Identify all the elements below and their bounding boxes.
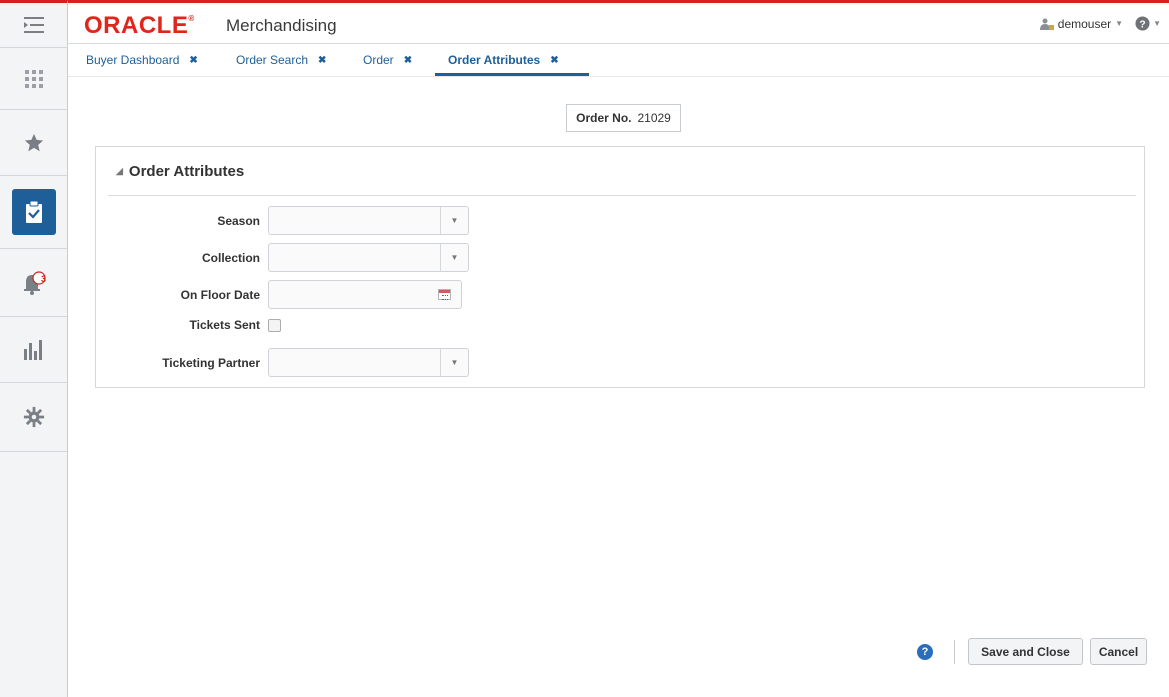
tab-order-search[interactable]: Order Search ✖ bbox=[236, 53, 326, 67]
page-help-icon[interactable]: ? bbox=[917, 644, 933, 660]
bar-chart-icon bbox=[24, 339, 42, 360]
order-number-box: Order No. 21029 bbox=[566, 104, 681, 132]
tab-label: Order Attributes bbox=[448, 53, 541, 67]
dropdown-arrow-icon[interactable]: ▼ bbox=[440, 349, 468, 376]
on-floor-date-row: On Floor Date bbox=[96, 280, 462, 309]
svg-text:?: ? bbox=[1139, 19, 1145, 30]
hamburger-icon bbox=[24, 17, 44, 33]
gear-icon bbox=[23, 406, 45, 428]
help-icon: ? bbox=[1135, 16, 1150, 31]
footer-divider bbox=[954, 640, 955, 664]
season-select[interactable]: ▼ bbox=[268, 206, 469, 235]
calendar-icon[interactable] bbox=[438, 289, 451, 300]
tasks-active-indicator bbox=[12, 189, 56, 235]
active-tab-indicator bbox=[435, 73, 589, 76]
menu-toggle-button[interactable] bbox=[0, 3, 68, 48]
panel-divider bbox=[108, 195, 1136, 196]
rail-item-reports[interactable] bbox=[0, 317, 68, 383]
on-floor-date-label: On Floor Date bbox=[180, 287, 260, 302]
oracle-logo: ORACLE® bbox=[84, 12, 195, 40]
star-icon bbox=[24, 133, 44, 151]
notifications-count-badge: 3 bbox=[41, 274, 47, 284]
user-menu[interactable]: demouser ▼ bbox=[1039, 16, 1124, 31]
rail-item-favorites[interactable] bbox=[0, 110, 68, 176]
user-icon bbox=[1039, 18, 1054, 30]
tab-label: Order bbox=[363, 53, 394, 67]
rail-item-notifications[interactable]: 3 bbox=[0, 249, 68, 317]
document-tabs: Buyer Dashboard ✖ Order Search ✖ Order ✖… bbox=[68, 44, 1169, 77]
order-number-value: 21029 bbox=[637, 111, 671, 125]
collapse-triangle-icon[interactable]: ◢ bbox=[116, 166, 123, 177]
clipboard-check-icon bbox=[26, 200, 42, 223]
order-number-label: Order No. bbox=[576, 111, 632, 125]
rail-item-tasks[interactable] bbox=[0, 176, 68, 249]
order-attributes-panel: ◢ Order Attributes Season ▼ Collection ▼… bbox=[95, 146, 1145, 388]
help-menu[interactable]: ? ▼ bbox=[1135, 16, 1161, 31]
cancel-button[interactable]: Cancel bbox=[1090, 638, 1147, 665]
tickets-sent-label: Tickets Sent bbox=[189, 318, 260, 332]
rail-item-settings[interactable] bbox=[0, 383, 68, 452]
ticketing-partner-label: Ticketing Partner bbox=[162, 355, 260, 370]
collection-row: Collection ▼ bbox=[96, 243, 469, 272]
app-name: Merchandising bbox=[226, 16, 337, 35]
close-icon[interactable]: ✖ bbox=[404, 55, 412, 66]
username: demouser bbox=[1057, 16, 1112, 31]
save-and-close-button[interactable]: Save and Close bbox=[968, 638, 1083, 665]
close-icon[interactable]: ✖ bbox=[189, 55, 197, 66]
tab-label: Buyer Dashboard bbox=[86, 53, 180, 67]
tab-order[interactable]: Order ✖ bbox=[363, 53, 412, 67]
ticketing-partner-select[interactable]: ▼ bbox=[268, 348, 469, 377]
on-floor-date-input[interactable] bbox=[268, 280, 462, 309]
grid-icon bbox=[25, 69, 43, 88]
help-menu-chevron-icon: ▼ bbox=[1153, 19, 1161, 28]
tickets-sent-checkbox[interactable] bbox=[268, 318, 281, 332]
logo-mark: ® bbox=[188, 14, 195, 23]
ticketing-partner-row: Ticketing Partner ▼ bbox=[96, 348, 469, 377]
tickets-sent-row: Tickets Sent bbox=[96, 318, 281, 332]
tab-buyer-dashboard[interactable]: Buyer Dashboard ✖ bbox=[86, 53, 198, 67]
user-area: demouser ▼ ? ▼ bbox=[1039, 16, 1161, 31]
season-row: Season ▼ bbox=[96, 206, 469, 235]
collection-select[interactable]: ▼ bbox=[268, 243, 469, 272]
user-menu-chevron-icon: ▼ bbox=[1115, 19, 1124, 28]
app-header: ORACLE® Merchandising demouser ▼ ? ▼ bbox=[68, 0, 1169, 44]
tab-order-attributes[interactable]: Order Attributes ✖ bbox=[448, 53, 559, 67]
tab-label: Order Search bbox=[236, 53, 309, 67]
panel-header[interactable]: ◢ Order Attributes bbox=[116, 163, 244, 180]
dropdown-arrow-icon[interactable]: ▼ bbox=[440, 244, 468, 271]
close-icon[interactable]: ✖ bbox=[318, 55, 326, 66]
logo-text: ORACLE bbox=[84, 12, 189, 39]
close-icon[interactable]: ✖ bbox=[550, 55, 558, 66]
collection-label: Collection bbox=[201, 250, 260, 265]
left-navigation-rail: 3 bbox=[0, 0, 68, 697]
rail-item-apps[interactable] bbox=[0, 48, 68, 110]
season-label: Season bbox=[217, 213, 260, 228]
dropdown-arrow-icon[interactable]: ▼ bbox=[440, 207, 468, 234]
panel-title: Order Attributes bbox=[128, 163, 245, 180]
